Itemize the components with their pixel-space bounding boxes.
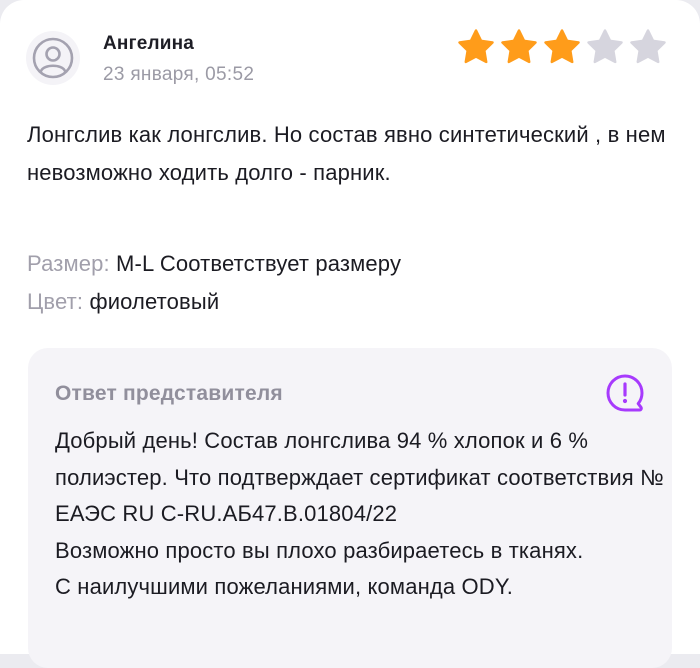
review-author: Ангелина bbox=[103, 33, 195, 54]
color-label: Цвет: bbox=[27, 289, 84, 314]
star-empty-icon bbox=[587, 29, 623, 64]
user-avatar-icon bbox=[32, 37, 74, 79]
review-text: Лонгслив как лонгслив. Но состав явно си… bbox=[27, 122, 666, 185]
answer-text: Добрый день! Состав лонгслива 94 % хлопо… bbox=[55, 428, 664, 599]
star-filled-icon bbox=[458, 29, 494, 64]
size-label: Размер: bbox=[27, 251, 110, 276]
answer-title: Ответ представителя bbox=[55, 382, 283, 405]
warning-chat-icon[interactable] bbox=[605, 373, 645, 413]
color-param: Цвет: фиолетовый bbox=[27, 287, 219, 317]
star-rating bbox=[457, 28, 667, 66]
review-card: Ангелина 23 января, 05:52 Лонгслив как л… bbox=[0, 0, 700, 668]
color-value: фиолетовый bbox=[89, 289, 220, 314]
size-param: Размер: M-L Соответствует размеру bbox=[27, 249, 401, 279]
star-filled-icon bbox=[544, 29, 580, 64]
star-filled-icon bbox=[501, 29, 537, 64]
avatar[interactable] bbox=[26, 31, 80, 85]
size-value: M-L Соответствует размеру bbox=[116, 251, 402, 276]
review-date: 23 января, 05:52 bbox=[103, 64, 255, 85]
seller-answer: Ответ представителя Добрый день! Состав … bbox=[28, 348, 672, 668]
star-empty-icon bbox=[630, 29, 666, 64]
